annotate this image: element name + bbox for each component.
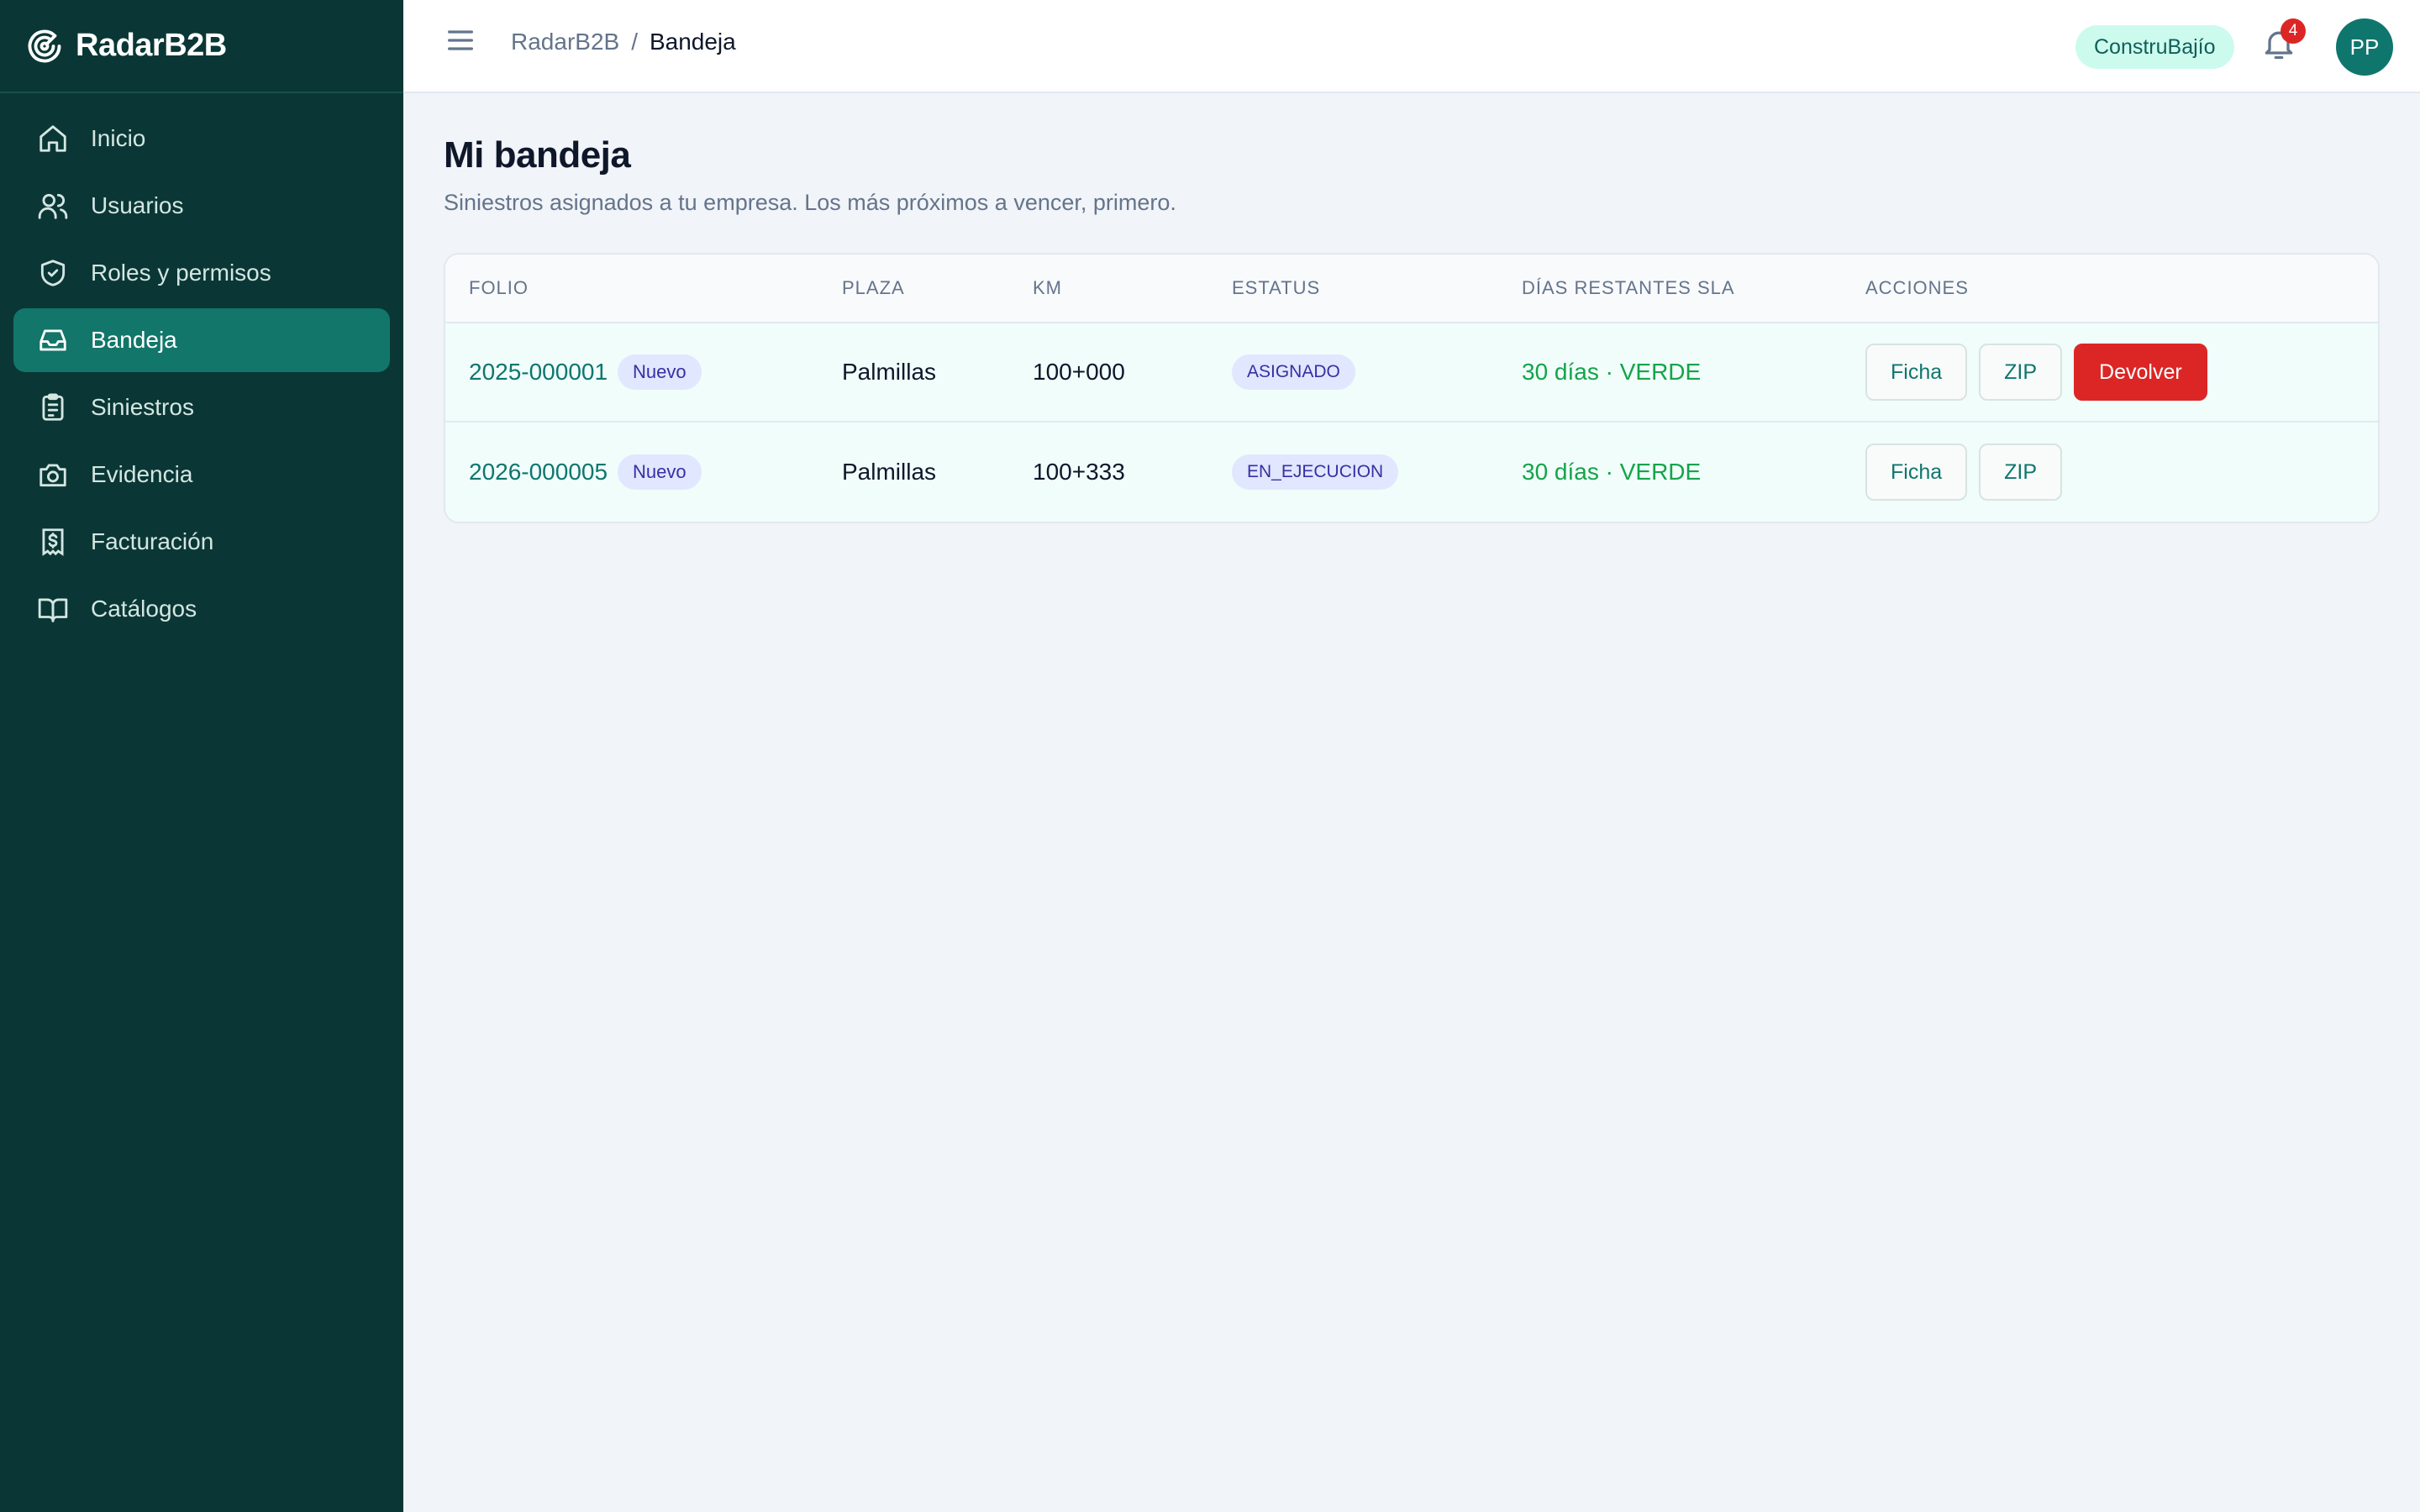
top-header: RadarB2B / Bandeja ConstruBajío 4 PP <box>403 0 2420 93</box>
sidebar-item-label: Inicio <box>91 125 146 151</box>
sidebar-item-label: Evidencia <box>91 461 193 487</box>
users-icon <box>38 193 68 219</box>
shield-icon <box>40 260 66 286</box>
cell-estatus: ASIGNADO <box>1232 354 1522 390</box>
sidebar-item-usuarios[interactable]: Usuarios <box>13 174 390 238</box>
column-header-plaza: PLAZA <box>842 277 905 298</box>
status-badge: ASIGNADO <box>1232 354 1355 390</box>
status-badge: EN_EJECUCION <box>1232 454 1399 490</box>
radar-logo-icon <box>28 29 61 62</box>
receipt-icon <box>42 528 64 556</box>
sidebar-item-roles[interactable]: Roles y permisos <box>13 241 390 305</box>
column-header-km: KM <box>1033 277 1062 298</box>
cell-estatus: EN_EJECUCION <box>1232 454 1522 490</box>
new-tag: Nuevo <box>618 354 702 390</box>
sidebar-nav: Inicio Usuarios Roles y permisos Bandeja… <box>0 93 403 641</box>
cell-sla: 30 días · VERDE <box>1522 359 1702 385</box>
cell-sla: 30 días · VERDE <box>1522 459 1702 485</box>
clipboard-icon <box>42 393 64 421</box>
notification-count-badge: 4 <box>2281 18 2306 44</box>
devolver-button[interactable]: Devolver <box>2074 344 2207 401</box>
ficha-button[interactable]: Ficha <box>1865 444 1968 501</box>
sidebar-item-label: Bandeja <box>91 327 177 353</box>
main-content: Mi bandeja Siniestros asignados a tu emp… <box>444 134 2380 523</box>
sidebar-item-label: Usuarios <box>91 192 184 218</box>
page-subtitle: Siniestros asignados a tu empresa. Los m… <box>444 190 1176 215</box>
breadcrumb-root[interactable]: RadarB2B <box>511 29 619 55</box>
brand[interactable]: RadarB2B <box>0 0 403 93</box>
menu-icon[interactable] <box>444 24 477 57</box>
sidebar-item-bandeja[interactable]: Bandeja <box>13 308 390 372</box>
cell-km: 100+000 <box>1033 359 1125 385</box>
cell-plaza: Palmillas <box>842 459 937 485</box>
sidebar-item-inicio[interactable]: Inicio <box>13 107 390 171</box>
cell-km: 100+333 <box>1033 459 1125 485</box>
company-badge[interactable]: ConstruBajío <box>2075 25 2234 69</box>
new-tag: Nuevo <box>618 454 702 490</box>
column-header-estatus: ESTATUS <box>1232 277 1321 298</box>
sidebar-item-facturacion[interactable]: Facturación <box>13 510 390 574</box>
column-header-acciones: ACCIONES <box>1865 277 1969 298</box>
cell-acciones: Ficha ZIP Devolver <box>1865 344 2378 401</box>
home-icon <box>39 125 66 152</box>
breadcrumb: RadarB2B / Bandeja <box>511 29 736 55</box>
sidebar-item-catalogos[interactable]: Catálogos <box>13 577 390 641</box>
sidebar-item-label: Facturación <box>91 528 214 554</box>
breadcrumb-current: Bandeja <box>649 29 736 55</box>
ficha-button[interactable]: Ficha <box>1865 344 1968 401</box>
sidebar-item-evidencia[interactable]: Evidencia <box>13 443 390 507</box>
page-title: Mi bandeja <box>444 134 631 176</box>
zip-button[interactable]: ZIP <box>1979 344 2063 401</box>
table-row: 2026-000005 Nuevo Palmillas 100+333 EN_E… <box>445 423 2378 522</box>
cell-acciones: Ficha ZIP <box>1865 444 2378 501</box>
column-header-sla: DÍAS RESTANTES SLA <box>1522 277 1735 298</box>
camera-icon <box>39 464 66 487</box>
sidebar-item-label: Catálogos <box>91 596 197 622</box>
inbox-icon <box>39 329 66 351</box>
avatar[interactable]: PP <box>2336 18 2393 76</box>
inbox-table: FOLIO PLAZA KM ESTATUS DÍAS RESTANTES SL… <box>444 253 2380 523</box>
table-row: 2025-000001 Nuevo Palmillas 100+000 ASIG… <box>445 323 2378 423</box>
breadcrumb-separator: / <box>631 29 638 55</box>
sidebar-item-siniestros[interactable]: Siniestros <box>13 375 390 439</box>
table-header: FOLIO PLAZA KM ESTATUS DÍAS RESTANTES SL… <box>445 255 2378 323</box>
zip-button[interactable]: ZIP <box>1979 444 2063 501</box>
column-header-folio: FOLIO <box>469 277 529 298</box>
book-icon <box>38 598 68 622</box>
cell-folio: 2025-000001 Nuevo <box>445 354 842 390</box>
sidebar-item-label: Siniestros <box>91 394 194 420</box>
sidebar-item-label: Roles y permisos <box>91 260 271 286</box>
cell-folio: 2026-000005 Nuevo <box>445 454 842 490</box>
brand-name: RadarB2B <box>76 28 227 63</box>
sidebar: RadarB2B Inicio Usuarios Roles y permiso… <box>0 0 403 1512</box>
cell-plaza: Palmillas <box>842 359 937 385</box>
folio-link[interactable]: 2025-000001 <box>469 359 608 386</box>
folio-link[interactable]: 2026-000005 <box>469 459 608 486</box>
